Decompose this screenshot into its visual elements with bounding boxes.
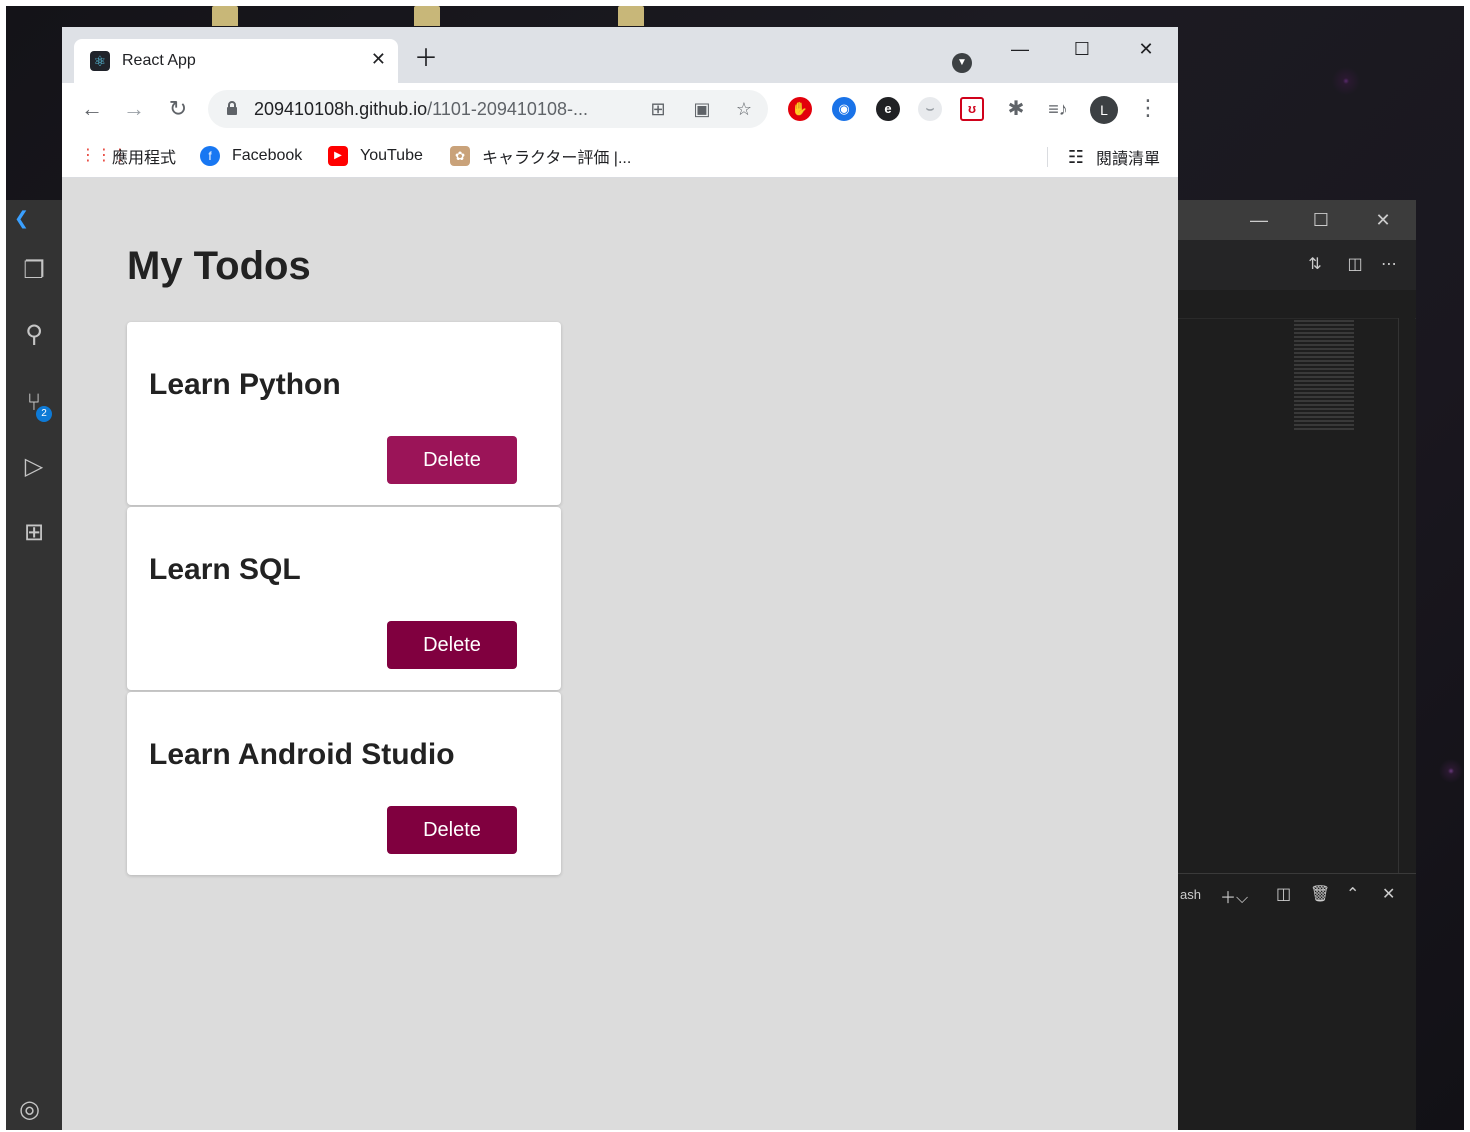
translate-icon[interactable]: ▣ [690,99,714,120]
compare-changes-icon[interactable]: ⇅ [1304,254,1326,274]
trash-icon[interactable]: 🗑 [1310,884,1330,904]
search-icon[interactable]: ⚲ [19,320,49,350]
account-icon[interactable]: ◎ [19,1095,40,1124]
vscode-logo-icon: ❮ [14,208,30,228]
minimize-icon[interactable]: — [1244,208,1274,232]
more-actions-icon[interactable]: ⋯ [1378,254,1400,274]
bookmark-label: YouTube [360,147,423,164]
browser-toolbar: ← → ↻ 209410108h.github.io/1101-20941010… [62,83,1178,135]
close-icon[interactable]: ✕ [371,49,386,70]
extension-icon[interactable]: ◉ [832,97,856,121]
bookmark-youtube[interactable]: ▶ YouTube [328,145,423,167]
bookmark-label: 應用程式 [112,150,177,167]
media-control-icon[interactable]: ≡♪ [1046,97,1070,121]
terminal-label[interactable]: ash [1180,887,1201,902]
extension-icon[interactable]: ʊ [960,97,984,121]
extension-icon[interactable]: ⌣ [918,97,942,121]
bookmark-character-rating[interactable]: ✿ キャラクター評価 |... [450,145,631,167]
close-window-icon[interactable]: ✕ [1126,35,1166,63]
url-path: /1101-209410108-... [427,99,588,119]
reload-icon[interactable]: ↻ [164,95,192,123]
split-terminal-icon[interactable]: ◫ [1276,884,1291,904]
delete-button[interactable]: Delete [387,806,517,854]
page-title: My Todos [127,244,311,288]
address-bar[interactable]: 209410108h.github.io/1101-209410108-... … [208,90,768,128]
site-favicon: ✿ [450,146,470,166]
lock-icon[interactable] [226,100,238,116]
apps-grid-icon: ⋮⋮⋮ [80,147,128,164]
bookmark-label: Facebook [232,147,303,164]
todo-text: Learn Python [149,368,341,401]
bookmark-label: キャラクター評価 |... [482,150,632,167]
extensions-icon[interactable]: ✱ [1004,97,1028,121]
divider [1047,147,1048,167]
adblock-extension-icon[interactable]: ✋ [788,97,812,121]
close-window-icon[interactable]: ✕ [1368,208,1398,232]
avatar[interactable]: L [1090,96,1118,124]
extensions-icon[interactable]: ⊞ [19,518,49,548]
profile-dropdown-icon[interactable]: ▼ [952,53,972,73]
todo-card: Learn SQL Delete [127,507,561,690]
qr-code-icon[interactable]: ⊞ [646,99,670,120]
plus-icon[interactable]: ＋ [414,47,438,71]
chevron-up-icon[interactable]: ⌃ [1346,884,1359,904]
close-panel-icon[interactable]: ✕ [1382,884,1395,904]
new-terminal-icon[interactable]: ＋⌵ [1220,884,1248,908]
maximize-icon[interactable]: ☐ [1062,35,1102,63]
bookmarks-bar: ⋮⋮⋮ 應用程式 f Facebook ▶ YouTube ✿ キャラクター評価… [62,135,1178,178]
minimize-icon[interactable]: — [1000,35,1040,63]
react-favicon: ⚛ [90,51,110,71]
explorer-icon[interactable]: ❐ [19,256,49,286]
run-debug-icon[interactable]: ▷ [19,452,49,482]
page-content: My Todos Learn Python Delete Learn SQL D… [62,178,1178,1130]
vscode-activity-bar: ❮ ❐ ⚲ ⑂ 2 ▷ ⊞ ◎ [6,200,62,1130]
star-icon[interactable]: ☆ [732,99,756,120]
reading-list-label: 閱讀清單 [1095,151,1160,168]
url-host: 209410108h.github.io [254,99,428,119]
extension-icon[interactable]: e [876,97,900,121]
delete-button[interactable]: Delete [387,621,517,669]
maximize-icon[interactable]: ☐ [1306,208,1336,232]
vscode-titlebar: — ☐ ✕ [1178,200,1416,240]
browser-window: ⚛ React App ✕ ＋ ▼ — ☐ ✕ ← → ↻ 209410108h… [62,27,1178,1130]
source-control-badge: 2 [36,406,52,422]
youtube-icon: ▶ [328,146,348,166]
forward-arrow-icon[interactable]: → [120,95,148,123]
menu-dots-icon[interactable]: ⋮ [1137,95,1159,121]
todo-card: Learn Python Delete [127,322,561,505]
tab-react-app[interactable]: ⚛ React App ✕ [74,39,398,83]
split-editor-icon[interactable]: ◫ [1344,254,1366,274]
facebook-icon: f [200,146,220,166]
todo-text: Learn SQL [149,553,301,586]
back-arrow-icon[interactable]: ← [78,95,106,123]
terminal-panel-bar: ash ＋⌵ ◫ 🗑 ⌃ ✕ [1178,873,1416,916]
todo-card: Learn Android Studio Delete [127,692,561,875]
bookmark-facebook[interactable]: f Facebook [200,145,302,167]
desktop-folder-icon[interactable] [414,6,440,26]
editor-toolbar: ⇅ ◫ ⋯ [1178,240,1416,290]
bookmark-apps[interactable]: ⋮⋮⋮ 應用程式 [80,145,176,167]
todo-text: Learn Android Studio [149,738,455,771]
desktop-file-icon[interactable] [618,6,644,26]
editor-scrollbar[interactable] [1398,318,1415,873]
tab-title: React App [122,52,196,69]
desktop-file-icon[interactable] [212,6,238,26]
delete-button[interactable]: Delete [387,436,517,484]
reading-list-icon: ☷ [1067,146,1084,167]
url-text[interactable]: 209410108h.github.io/1101-209410108-... [254,99,588,120]
reading-list-button[interactable]: ☷ 閱讀清單 [1068,145,1160,169]
tab-strip: ⚛ React App ✕ ＋ ▼ — ☐ ✕ [62,27,1178,83]
minimap[interactable] [1294,320,1354,430]
